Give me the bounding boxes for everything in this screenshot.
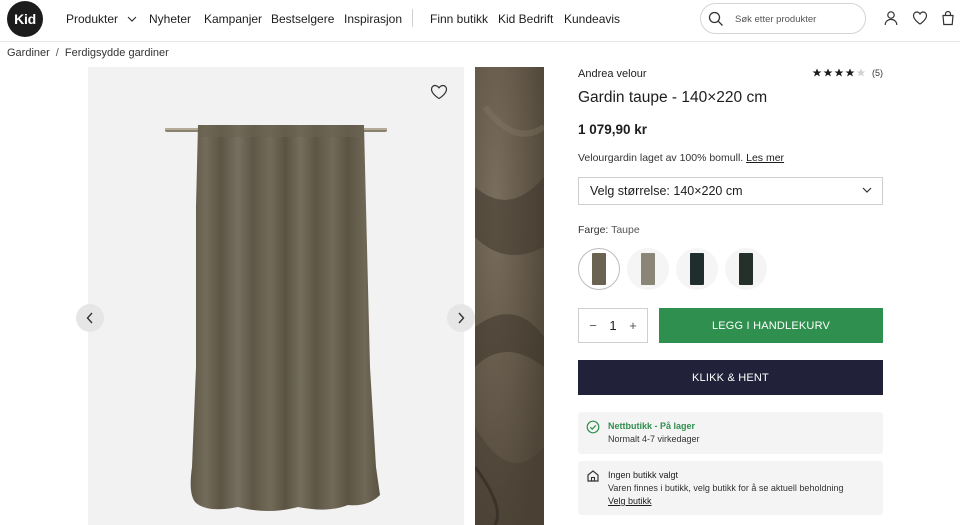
nav-nyheter[interactable]: Nyheter (149, 0, 191, 37)
star-filled-icon (834, 68, 844, 77)
color-swatch-gronn[interactable] (725, 248, 767, 290)
check-circle-icon (586, 420, 600, 434)
product-title: Gardin taupe - 140×220 cm (578, 89, 768, 106)
select-store-link[interactable]: Velg butikk (608, 496, 652, 506)
nav-produkter[interactable]: Produkter (66, 0, 137, 37)
quantity-decrease-button[interactable]: − (586, 318, 600, 333)
stock-status-box: Nettbutikk - På lager Normalt 4-7 virked… (578, 412, 883, 454)
curtain-image (165, 125, 387, 511)
store-status-title: Ingen butikk valgt (608, 470, 679, 480)
breadcrumb-gardiner[interactable]: Gardiner (7, 47, 50, 59)
quantity-stepper: − 1 + (578, 308, 648, 343)
size-select-value: Velg størrelse: 140×220 cm (590, 184, 743, 198)
nav-kundeavis[interactable]: Kundeavis (564, 0, 620, 37)
nav-divider (412, 9, 413, 27)
color-label: Farge: Taupe (578, 224, 640, 236)
quantity-increase-button[interactable]: + (626, 318, 640, 333)
star-empty-icon (856, 68, 866, 77)
search-bar[interactable] (700, 3, 866, 34)
search-input[interactable] (735, 10, 859, 28)
product-main-image[interactable] (88, 67, 464, 525)
nav-inspirasjon[interactable]: Inspirasjon (344, 0, 402, 37)
breadcrumb: Gardiner / Ferdigsydde gardiner (7, 47, 169, 59)
product-description: Velourgardin laget av 100% bomull. Les m… (578, 152, 785, 164)
nav-kid-bedrift[interactable]: Kid Bedrift (498, 0, 553, 37)
breadcrumb-ferdigsydde[interactable]: Ferdigsydde gardiner (65, 47, 169, 59)
color-swatch-taupe[interactable] (578, 248, 620, 290)
nav-kampanjer[interactable]: Kampanjer (204, 0, 262, 37)
nav-produkter-label: Produkter (66, 11, 119, 26)
chevron-down-icon (862, 187, 872, 193)
search-icon[interactable] (708, 11, 724, 27)
store-status-box: Ingen butikk valgt Varen finnes i butikk… (578, 461, 883, 515)
chevron-down-icon (127, 16, 137, 22)
color-swatch-morkgronn[interactable] (676, 248, 718, 290)
product-thumbnail-image[interactable] (475, 67, 544, 525)
star-filled-icon (812, 68, 822, 77)
read-more-link[interactable]: Les mer (746, 152, 784, 164)
quantity-value[interactable]: 1 (609, 318, 616, 333)
product-price: 1 079,90 kr (578, 122, 648, 137)
nav-bestselgere[interactable]: Bestselgere (271, 0, 334, 37)
star-filled-icon (845, 68, 855, 77)
bag-icon[interactable] (940, 10, 956, 26)
kid-logo[interactable]: Kid (7, 1, 43, 37)
add-to-cart-button[interactable]: LEGG I HANDLEKURV (659, 308, 883, 343)
user-icon[interactable] (883, 10, 899, 26)
stock-status-delivery: Normalt 4-7 virkedager (608, 434, 700, 444)
chevron-left-icon (86, 312, 93, 324)
store-status-text: Varen finnes i butikk, velg butikk for å… (608, 483, 844, 493)
product-brand[interactable]: Andrea velour (578, 68, 647, 80)
heart-icon[interactable] (912, 10, 928, 26)
favorite-heart-icon[interactable] (430, 84, 448, 100)
gallery-next-button[interactable] (447, 304, 475, 332)
click-and-collect-button[interactable]: KLIKK & HENT (578, 360, 883, 395)
color-swatch-gra[interactable] (627, 248, 669, 290)
store-icon (587, 470, 599, 482)
star-filled-icon (823, 68, 833, 77)
product-rating[interactable]: (5) (812, 68, 883, 78)
nav-finn-butikk[interactable]: Finn butikk (430, 0, 488, 37)
fabric-closeup-image (475, 67, 544, 525)
stock-status-title: Nettbutikk - På lager (608, 421, 696, 431)
size-select[interactable]: Velg størrelse: 140×220 cm (578, 177, 883, 205)
gallery-prev-button[interactable] (76, 304, 104, 332)
site-header: Kid Produkter Nyheter Kampanjer Bestselg… (0, 0, 960, 42)
review-count: (5) (872, 68, 883, 78)
chevron-right-icon (458, 312, 465, 324)
